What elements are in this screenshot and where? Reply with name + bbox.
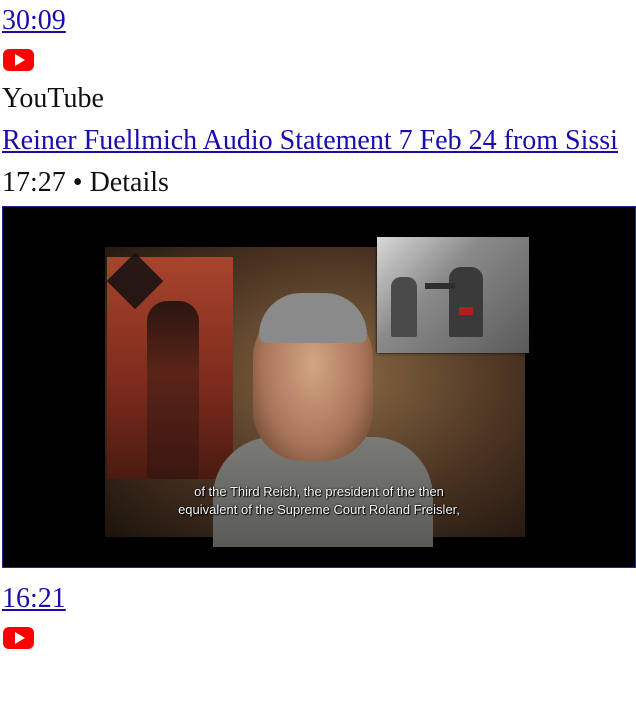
subtitle-line-2: equivalent of the Supreme Court Roland F… [178,502,460,517]
video-duration-link[interactable]: 16:21 [2,578,66,620]
video-meta: 17:27 • Details [2,167,169,198]
thumbnail-speaker-face [253,293,373,461]
video-title-link[interactable]: Reiner Fuellmich Audio Statement 7 Feb 2… [2,120,636,162]
results-list: 30:09 YouTube Reiner Fuellmich Audio Sta… [0,0,636,656]
video-thumbnail[interactable]: of the Third Reich, the president of the… [2,206,636,568]
subtitle-line-1: of the Third Reich, the president of the… [194,484,444,499]
youtube-badge-row [2,42,636,78]
youtube-icon [3,627,34,649]
thumbnail-subtitle: of the Third Reich, the president of the… [3,483,635,519]
video-duration-link[interactable]: 30:09 [2,0,66,42]
thumbnail-inset-photo [377,237,529,353]
thumbnail-poster-image [106,252,233,479]
youtube-icon [3,49,34,71]
youtube-badge-row [2,620,636,656]
source-label: YouTube [2,83,104,114]
